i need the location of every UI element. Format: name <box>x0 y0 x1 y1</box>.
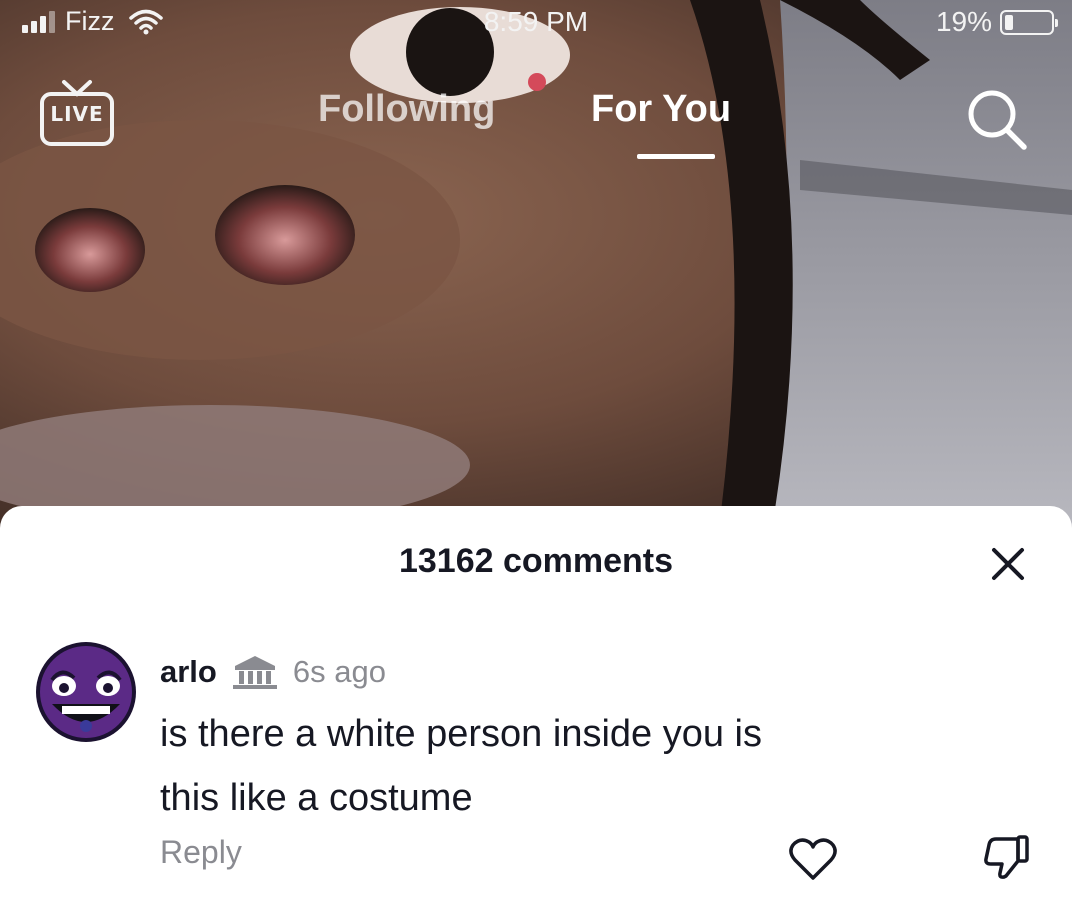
comment-username[interactable]: arlo <box>160 654 217 690</box>
comment-text: is there a white person inside you is th… <box>160 702 940 830</box>
search-icon[interactable] <box>962 84 1032 154</box>
comment-text-line-2: this like a costume <box>160 777 473 819</box>
reply-button[interactable]: Reply <box>160 834 242 871</box>
close-icon[interactable] <box>988 544 1028 584</box>
active-tab-indicator <box>637 154 715 159</box>
live-label: LIVE <box>50 102 104 126</box>
battery-fill <box>1005 14 1014 30</box>
status-bar: Fizz 8:59 PM 19% <box>0 0 1072 44</box>
battery-percent: 19% <box>935 6 992 37</box>
avatar[interactable] <box>34 640 138 744</box>
tab-for-you[interactable]: For You <box>591 88 731 131</box>
bank-building-icon <box>232 656 277 689</box>
comment-text-line-1: is there a white person inside you is <box>160 713 762 755</box>
status-right: 19% <box>935 6 1058 38</box>
status-time: 8:59 PM <box>483 6 589 37</box>
comments-count: 13162 comments <box>398 542 674 580</box>
battery-icon <box>1000 9 1058 35</box>
tab-following[interactable]: Following <box>318 88 495 131</box>
thumbs-down-icon[interactable] <box>982 831 1032 881</box>
heart-icon[interactable] <box>788 836 838 882</box>
comment-meta: arlo 6s ago <box>160 652 386 692</box>
live-button[interactable]: LIVE <box>38 76 116 152</box>
comment-time: 6s ago <box>292 654 386 689</box>
top-nav: LIVE Following For You <box>0 72 1072 162</box>
comments-sheet: 13162 comments arlo 6s ago is there a wh… <box>0 506 1072 904</box>
